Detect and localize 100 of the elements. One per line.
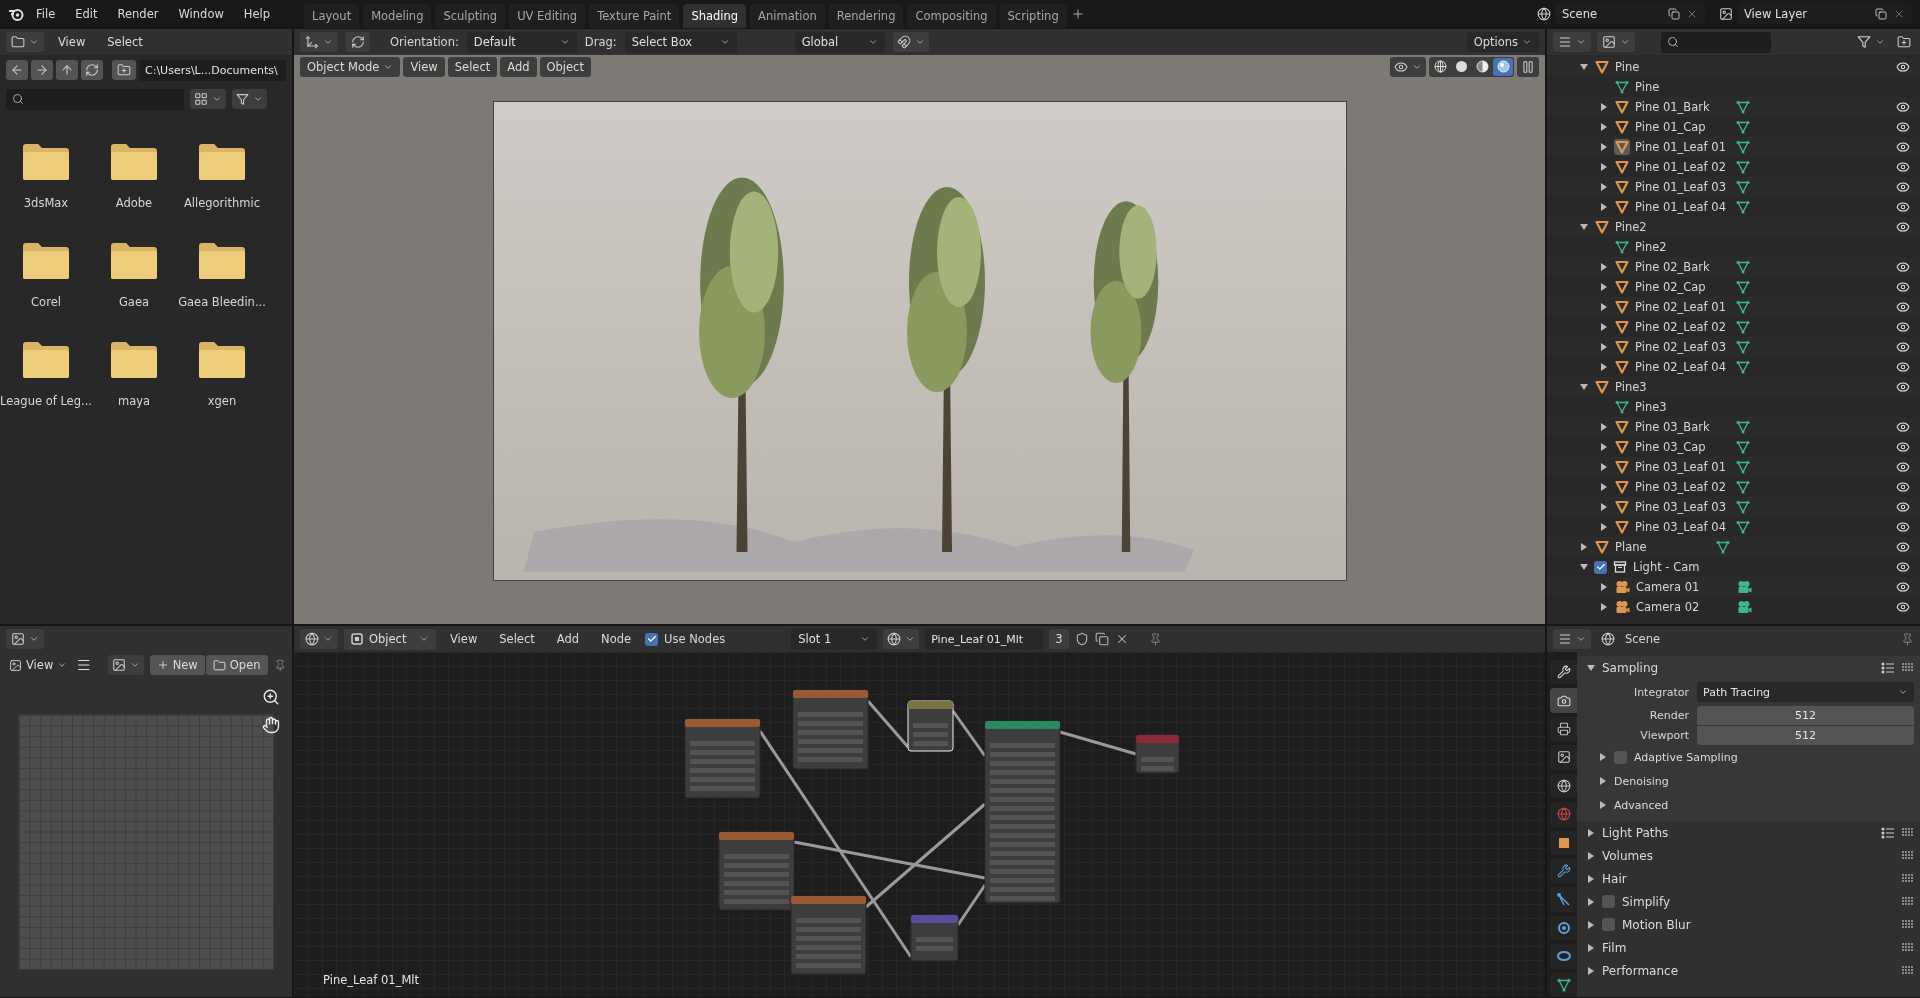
menu-item[interactable]: Edit [67,3,106,24]
collapsed-arrow-icon[interactable] [1587,897,1595,906]
outliner-item[interactable]: Pine2 [1635,240,1667,254]
search-icon[interactable] [1667,36,1679,48]
mesh-data-icon[interactable] [1735,139,1751,155]
collapsed-arrow-icon[interactable] [1587,966,1595,975]
object-triangle-icon[interactable] [1614,359,1630,375]
outliner-item[interactable]: Pine 01_Leaf 02 [1635,160,1730,174]
visibility-eye-icon[interactable] [1896,560,1910,574]
menu-icon[interactable] [76,657,92,673]
expanded-arrow-icon[interactable] [1587,663,1595,672]
outliner-item[interactable]: Pine 02_Cap [1635,280,1730,294]
object-triangle-icon[interactable] [1614,99,1630,115]
visibility-eye-icon[interactable] [1896,540,1910,554]
menu-item[interactable]: File [28,3,64,24]
view-layer-button[interactable] [1597,32,1635,52]
drag-handle-icon[interactable] [1902,874,1914,883]
outliner-item[interactable]: Pine 02_Leaf 02 [1635,320,1730,334]
mesh-data-icon[interactable] [1735,299,1751,315]
duplicate-icon[interactable] [1094,632,1109,646]
shader-node[interactable] [792,689,869,770]
drag-dropdown[interactable]: Select Box [624,31,737,53]
workspace-tab[interactable]: UV Editing [509,3,586,28]
eye-icon[interactable] [1394,59,1408,74]
mesh-data-icon[interactable] [1614,239,1630,255]
visibility-eye-icon[interactable] [1896,180,1910,194]
collapsed-arrow-icon[interactable] [1600,503,1608,511]
object-triangle-icon[interactable] [1594,379,1610,395]
mesh-data-icon[interactable] [1735,119,1751,135]
shader-node[interactable] [684,718,761,799]
options-dropdown[interactable]: Options [1466,32,1539,52]
mesh-data-icon[interactable] [1735,519,1751,535]
menu-item[interactable]: Select [447,56,498,77]
outliner-item[interactable]: Pine 02_Bark [1635,260,1730,274]
outliner-item[interactable]: Pine 03_Bark [1635,420,1730,434]
panel-header[interactable]: Performance [1602,963,1679,978]
collapsed-arrow-icon[interactable] [1587,874,1595,883]
mesh-data-icon[interactable] [1614,399,1630,415]
collapsed-arrow-icon[interactable] [1600,323,1608,331]
collapsed-arrow-icon[interactable] [1600,123,1608,131]
visibility-eye-icon[interactable] [1896,440,1910,454]
visibility-eye-icon[interactable] [1896,100,1910,114]
mesh-data-icon[interactable] [1735,479,1751,495]
visibility-eye-icon[interactable] [1896,340,1910,354]
folder-icon[interactable] [22,242,70,280]
workspace-tab[interactable]: Texture Paint [589,3,680,28]
object-triangle-icon[interactable] [1594,539,1610,555]
workspace-tab[interactable]: Compositing [907,3,996,28]
folder-name[interactable]: maya [117,394,151,408]
visibility-eye-icon[interactable] [1896,380,1910,394]
collapsed-arrow-icon[interactable] [1587,828,1595,837]
collapsed-arrow-icon[interactable] [1600,443,1608,451]
mesh-data-icon[interactable] [1735,179,1751,195]
folder-name[interactable]: Gaea Bleedin... [178,295,266,309]
search-field[interactable] [6,88,184,110]
mesh-data-icon[interactable] [1735,339,1751,355]
workspace-tab[interactable]: Scripting [999,3,1067,28]
panel-header[interactable]: Volumes [1602,848,1653,863]
object-triangle-icon[interactable] [1614,459,1630,475]
visibility-eye-icon[interactable] [1896,300,1910,314]
menu-item[interactable]: Help [235,3,279,24]
visibility-eye-icon[interactable] [1896,460,1910,474]
object-triangle-icon[interactable] [1614,179,1630,195]
image-browse-button[interactable] [107,655,144,675]
outliner-item[interactable]: Plane [1615,540,1710,554]
editor-type-button[interactable] [6,629,44,649]
outliner-item[interactable]: Pine 03_Leaf 01 [1635,460,1730,474]
menu-item[interactable]: Add [500,56,537,77]
collapsed-arrow-icon[interactable] [1599,777,1607,785]
filter-icon[interactable] [236,92,249,106]
collapsed-arrow-icon[interactable] [1599,753,1607,761]
visibility-eye-icon[interactable] [1896,500,1910,514]
visibility-eye-icon[interactable] [1896,580,1910,594]
panel-header[interactable]: Hair [1602,871,1627,886]
material-name-field[interactable]: Pine_Leaf 01_Mlt [925,628,1044,650]
properties-tab[interactable] [1550,944,1577,969]
visibility-eye-icon[interactable] [1896,200,1910,214]
fake-user-shield-icon[interactable] [1074,632,1089,646]
collapsed-arrow-icon[interactable] [1600,583,1608,591]
camera-data-icon[interactable] [1736,579,1753,595]
list-icon[interactable] [1558,35,1572,49]
object-triangle-icon[interactable] [1594,219,1610,235]
collapsed-arrow-icon[interactable] [1600,523,1608,531]
object-triangle-icon[interactable] [1614,439,1630,455]
folder-icon[interactable] [198,143,246,181]
properties-tab[interactable] [1550,660,1577,685]
image-icon[interactable] [111,658,126,672]
panel-header[interactable]: Simplify [1622,894,1671,909]
folder-icon[interactable] [198,242,246,280]
visibility-eye-icon[interactable] [1896,260,1910,274]
user-count-button[interactable]: 3 [1049,629,1069,649]
mesh-data-icon[interactable] [1735,319,1751,335]
properties-tab[interactable] [1550,716,1577,742]
checkbox[interactable] [1602,918,1615,931]
visibility-eye-icon[interactable] [1896,280,1910,294]
workspace-tab[interactable]: Modeling [363,3,432,28]
outliner-item[interactable]: Camera 02 [1636,600,1731,614]
wrench-icon[interactable] [1556,864,1571,879]
collection-box-icon[interactable] [1612,559,1628,575]
collapsed-arrow-icon[interactable] [1600,423,1608,431]
